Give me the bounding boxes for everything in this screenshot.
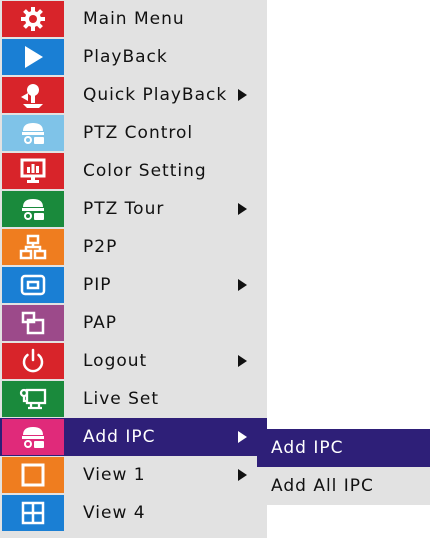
submenu-item-add-all-ipc[interactable]: Add All IPC [257,467,430,505]
menu-item-label: PTZ Control [83,123,194,143]
menu-item-view-1[interactable]: View 1 [0,456,267,494]
submenu-item-label: Add All IPC [271,476,374,496]
submenu-arrow-icon [238,89,247,101]
menu-item-color-setting[interactable]: Color Setting [0,152,267,190]
play-icon [2,39,64,75]
menu-item-label: PIP [83,275,112,295]
submenu-arrow-icon [238,355,247,367]
network-icon [2,229,64,265]
menu-item-label: Color Setting [83,161,207,181]
submenu-arrow-icon [238,431,247,443]
menu-item-playback[interactable]: PlayBack [0,38,267,76]
power-icon [2,343,64,379]
menu-item-main-menu[interactable]: Main Menu [0,0,267,38]
menu-item-label: View 4 [83,503,146,523]
menu-item-quick-playback[interactable]: Quick PlayBack [0,76,267,114]
gear-icon [2,1,64,37]
menu-item-label: PlayBack [83,47,168,67]
ip-camera-icon [2,419,64,455]
menu-item-label: Main Menu [83,9,185,29]
menu-item-p2p[interactable]: P2P [0,228,267,266]
pap-icon [2,305,64,341]
submenu-arrow-icon [238,279,247,291]
quick-playback-icon [2,77,64,113]
menu-item-ptz-tour[interactable]: PTZ Tour [0,190,267,228]
menu-item-view-4[interactable]: View 4 [0,494,267,532]
menu-item-label: PTZ Tour [83,199,165,219]
live-set-icon [2,381,64,417]
menu-item-label: View 1 [83,465,146,485]
menu-item-label: Add IPC [83,427,156,447]
submenu-item-label: Add IPC [271,438,344,458]
pip-icon [2,267,64,303]
menu-item-add-ipc[interactable]: Add IPC [0,418,267,456]
menu-item-live-set[interactable]: Live Set [0,380,267,418]
ptz-camera-icon [2,191,64,227]
context-menu: Main Menu PlayBack Quick PlayBack PTZ Co… [0,0,267,538]
view-single-icon [2,457,64,493]
menu-item-ptz-control[interactable]: PTZ Control [0,114,267,152]
menu-item-label: PAP [83,313,118,333]
menu-item-pip[interactable]: PIP [0,266,267,304]
menu-item-label: Live Set [83,389,160,409]
menu-item-pap[interactable]: PAP [0,304,267,342]
ptz-camera-icon [2,115,64,151]
add-ipc-submenu: Add IPC Add All IPC [257,429,430,505]
menu-item-label: Logout [83,351,148,371]
submenu-arrow-icon [238,203,247,215]
menu-item-label: Quick PlayBack [83,85,228,105]
monitor-chart-icon [2,153,64,189]
menu-item-label: P2P [83,237,118,257]
menu-item-logout[interactable]: Logout [0,342,267,380]
submenu-arrow-icon [238,469,247,481]
submenu-item-add-ipc[interactable]: Add IPC [257,429,430,467]
view-quad-icon [2,495,64,531]
